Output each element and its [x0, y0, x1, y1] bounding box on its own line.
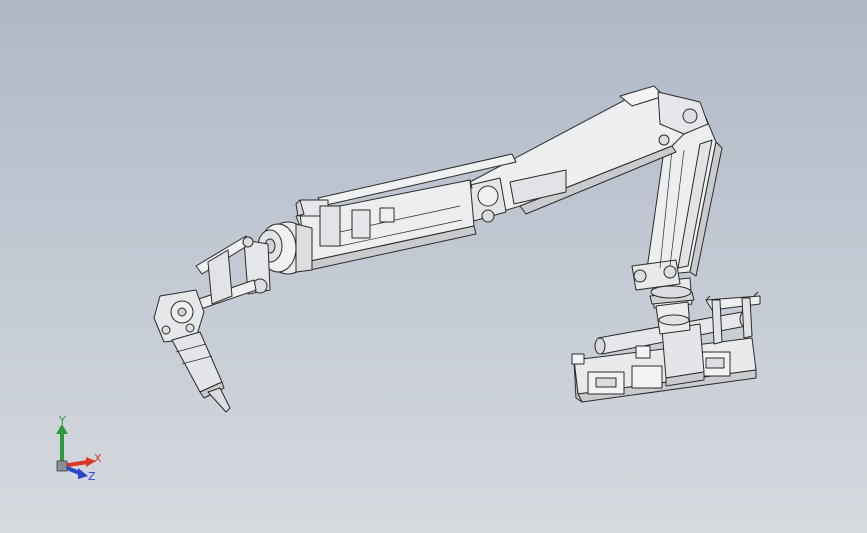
hydraulic-breaker [153, 289, 231, 413]
telescopic-boom [295, 179, 477, 271]
axis-triad: Y X Z [56, 414, 102, 483]
x-axis-label: X [94, 452, 102, 465]
origin-cube [56, 460, 68, 472]
crane-boom-assembly[interactable] [0, 0, 867, 533]
y-axis-label: Y [58, 414, 66, 427]
cad-viewport[interactable]: Y X Z [0, 0, 867, 533]
z-axis-label: Z [88, 470, 96, 483]
knuckle-linkage [195, 235, 271, 311]
